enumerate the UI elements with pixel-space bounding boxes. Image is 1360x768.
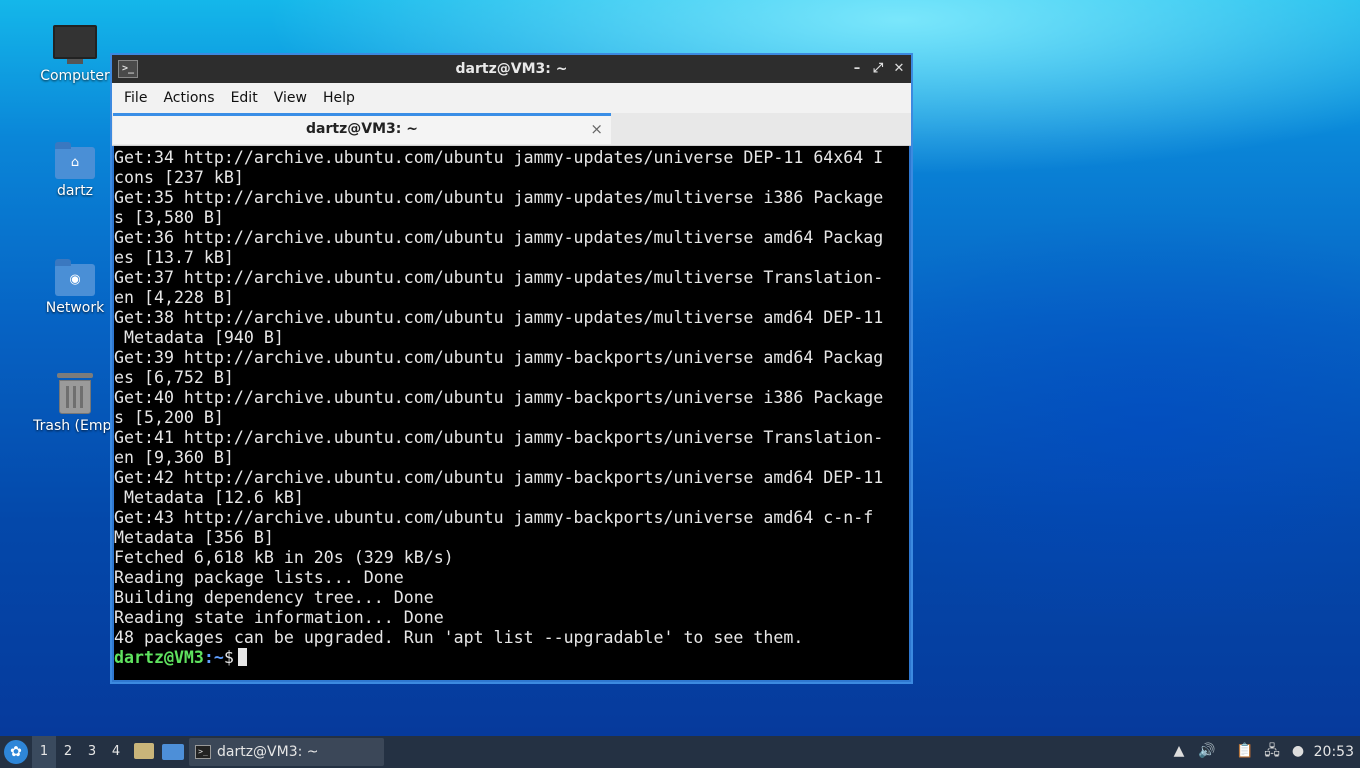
terminal-line: Fetched 6,618 kB in 20s (329 kB/s) (114, 548, 454, 567)
terminal-line: cons [237 kB] (114, 168, 244, 187)
tab-label: dartz@VM3: ~ (306, 121, 418, 137)
network-folder-icon: ◉ (55, 259, 95, 296)
volume-icon[interactable]: 🔊 (1198, 742, 1216, 760)
update-notification-icon[interactable]: ● (1289, 742, 1307, 760)
clipboard-icon[interactable]: 📋 (1236, 742, 1254, 760)
window-titlebar[interactable]: >_ dartz@VM3: ~ – ⤢ ✕ (112, 55, 911, 83)
menu-bar: File Actions Edit View Help (112, 83, 911, 113)
menu-file[interactable]: File (116, 90, 155, 106)
terminal-line: s [3,580 B] (114, 208, 224, 227)
terminal-output[interactable]: Get:34 http://archive.ubuntu.com/ubuntu … (114, 146, 909, 680)
taskbar-app-terminal[interactable]: >_ dartz@VM3: ~ (189, 738, 384, 766)
taskbar-app-label: dartz@VM3: ~ (217, 744, 319, 760)
workspace-1[interactable]: 1 (32, 736, 56, 768)
terminal-line: Get:42 http://archive.ubuntu.com/ubuntu … (114, 468, 884, 487)
menu-actions[interactable]: Actions (155, 90, 222, 106)
desktop-icon-label: dartz (56, 183, 94, 199)
terminal-cursor (237, 648, 247, 666)
tab-close-icon[interactable]: × (590, 116, 603, 142)
terminal-line: Get:38 http://archive.ubuntu.com/ubuntu … (114, 308, 884, 327)
terminal-line: Get:35 http://archive.ubuntu.com/ubuntu … (114, 188, 884, 207)
terminal-line: s [5,200 B] (114, 408, 224, 427)
menu-view[interactable]: View (266, 90, 315, 106)
computer-icon (30, 25, 120, 64)
terminal-prompt: dartz@VM3:~$ (114, 648, 909, 668)
desktop-icon-computer[interactable]: Computer (30, 25, 120, 84)
terminal-line: Get:39 http://archive.ubuntu.com/ubuntu … (114, 348, 884, 367)
tab-terminal[interactable]: dartz@VM3: ~ × (113, 113, 611, 144)
terminal-line: Reading state information... Done (114, 608, 444, 627)
terminal-line: Get:40 http://archive.ubuntu.com/ubuntu … (114, 388, 884, 407)
terminal-line: es [13.7 kB] (114, 248, 234, 267)
workspace-2[interactable]: 2 (56, 736, 80, 768)
terminal-line: Get:43 http://archive.ubuntu.com/ubuntu … (114, 508, 874, 527)
home-folder-icon: ⌂ (55, 142, 95, 179)
desktop-icon-home[interactable]: ⌂ dartz (30, 142, 120, 199)
terminal-icon: >_ (195, 745, 211, 759)
prompt-path: :~ (203, 648, 224, 667)
tab-strip: dartz@VM3: ~ × (112, 113, 911, 146)
terminal-line: Building dependency tree... Done (114, 588, 434, 607)
maximize-icon[interactable]: ⤢ (869, 60, 887, 78)
desktop-icon-label: Trash (Empt (33, 418, 117, 434)
window-title: dartz@VM3: ~ (455, 61, 568, 77)
network-icon[interactable]: 🖧 (1263, 742, 1281, 760)
clock[interactable]: 20:53 (1314, 736, 1354, 768)
terminal-line: Metadata [12.6 kB] (114, 488, 304, 507)
menu-help[interactable]: Help (315, 90, 363, 106)
terminal-line: es [6,752 B] (114, 368, 234, 387)
terminal-line: Reading package lists... Done (114, 568, 404, 587)
terminal-line: en [9,360 B] (114, 448, 234, 467)
desktop-icon-network[interactable]: ◉ Network (30, 259, 120, 316)
workspace-3[interactable]: 3 (80, 736, 104, 768)
prompt-symbol: $ (223, 648, 234, 667)
file-manager-icon[interactable] (134, 743, 154, 759)
trash-icon (30, 373, 120, 414)
desktop-icon-label: Network (45, 300, 105, 316)
start-menu-icon[interactable]: ✿ (4, 740, 28, 764)
workspace-4[interactable]: 4 (104, 736, 128, 768)
terminal-line: Metadata [356 B] (114, 528, 274, 547)
terminal-line: Metadata [940 B] (114, 328, 284, 347)
terminal-line: en [4,228 B] (114, 288, 234, 307)
menu-edit[interactable]: Edit (223, 90, 266, 106)
terminal-line: 48 packages can be upgraded. Run 'apt li… (114, 628, 804, 647)
close-icon[interactable]: ✕ (890, 60, 908, 78)
terminal-line: Get:36 http://archive.ubuntu.com/ubuntu … (114, 228, 884, 247)
terminal-line: Get:34 http://archive.ubuntu.com/ubuntu … (114, 148, 884, 167)
desktop-icon-label: Computer (40, 68, 110, 84)
minimize-icon[interactable]: – (848, 60, 866, 78)
prompt-user-host: dartz@VM3 (114, 648, 204, 667)
taskbar: ✿ 1 2 3 4 >_ dartz@VM3: ~ ▲ 🔊 📋 🖧 ● 20:5… (0, 736, 1360, 768)
show-desktop-icon[interactable] (162, 744, 184, 760)
terminal-line: Get:37 http://archive.ubuntu.com/ubuntu … (114, 268, 884, 287)
tray-arrow-icon[interactable]: ▲ (1170, 742, 1188, 760)
terminal-line: Get:41 http://archive.ubuntu.com/ubuntu … (114, 428, 884, 447)
terminal-window: >_ dartz@VM3: ~ – ⤢ ✕ File Actions Edit … (110, 53, 913, 684)
desktop-icon-trash[interactable]: Trash (Empt (30, 373, 120, 434)
